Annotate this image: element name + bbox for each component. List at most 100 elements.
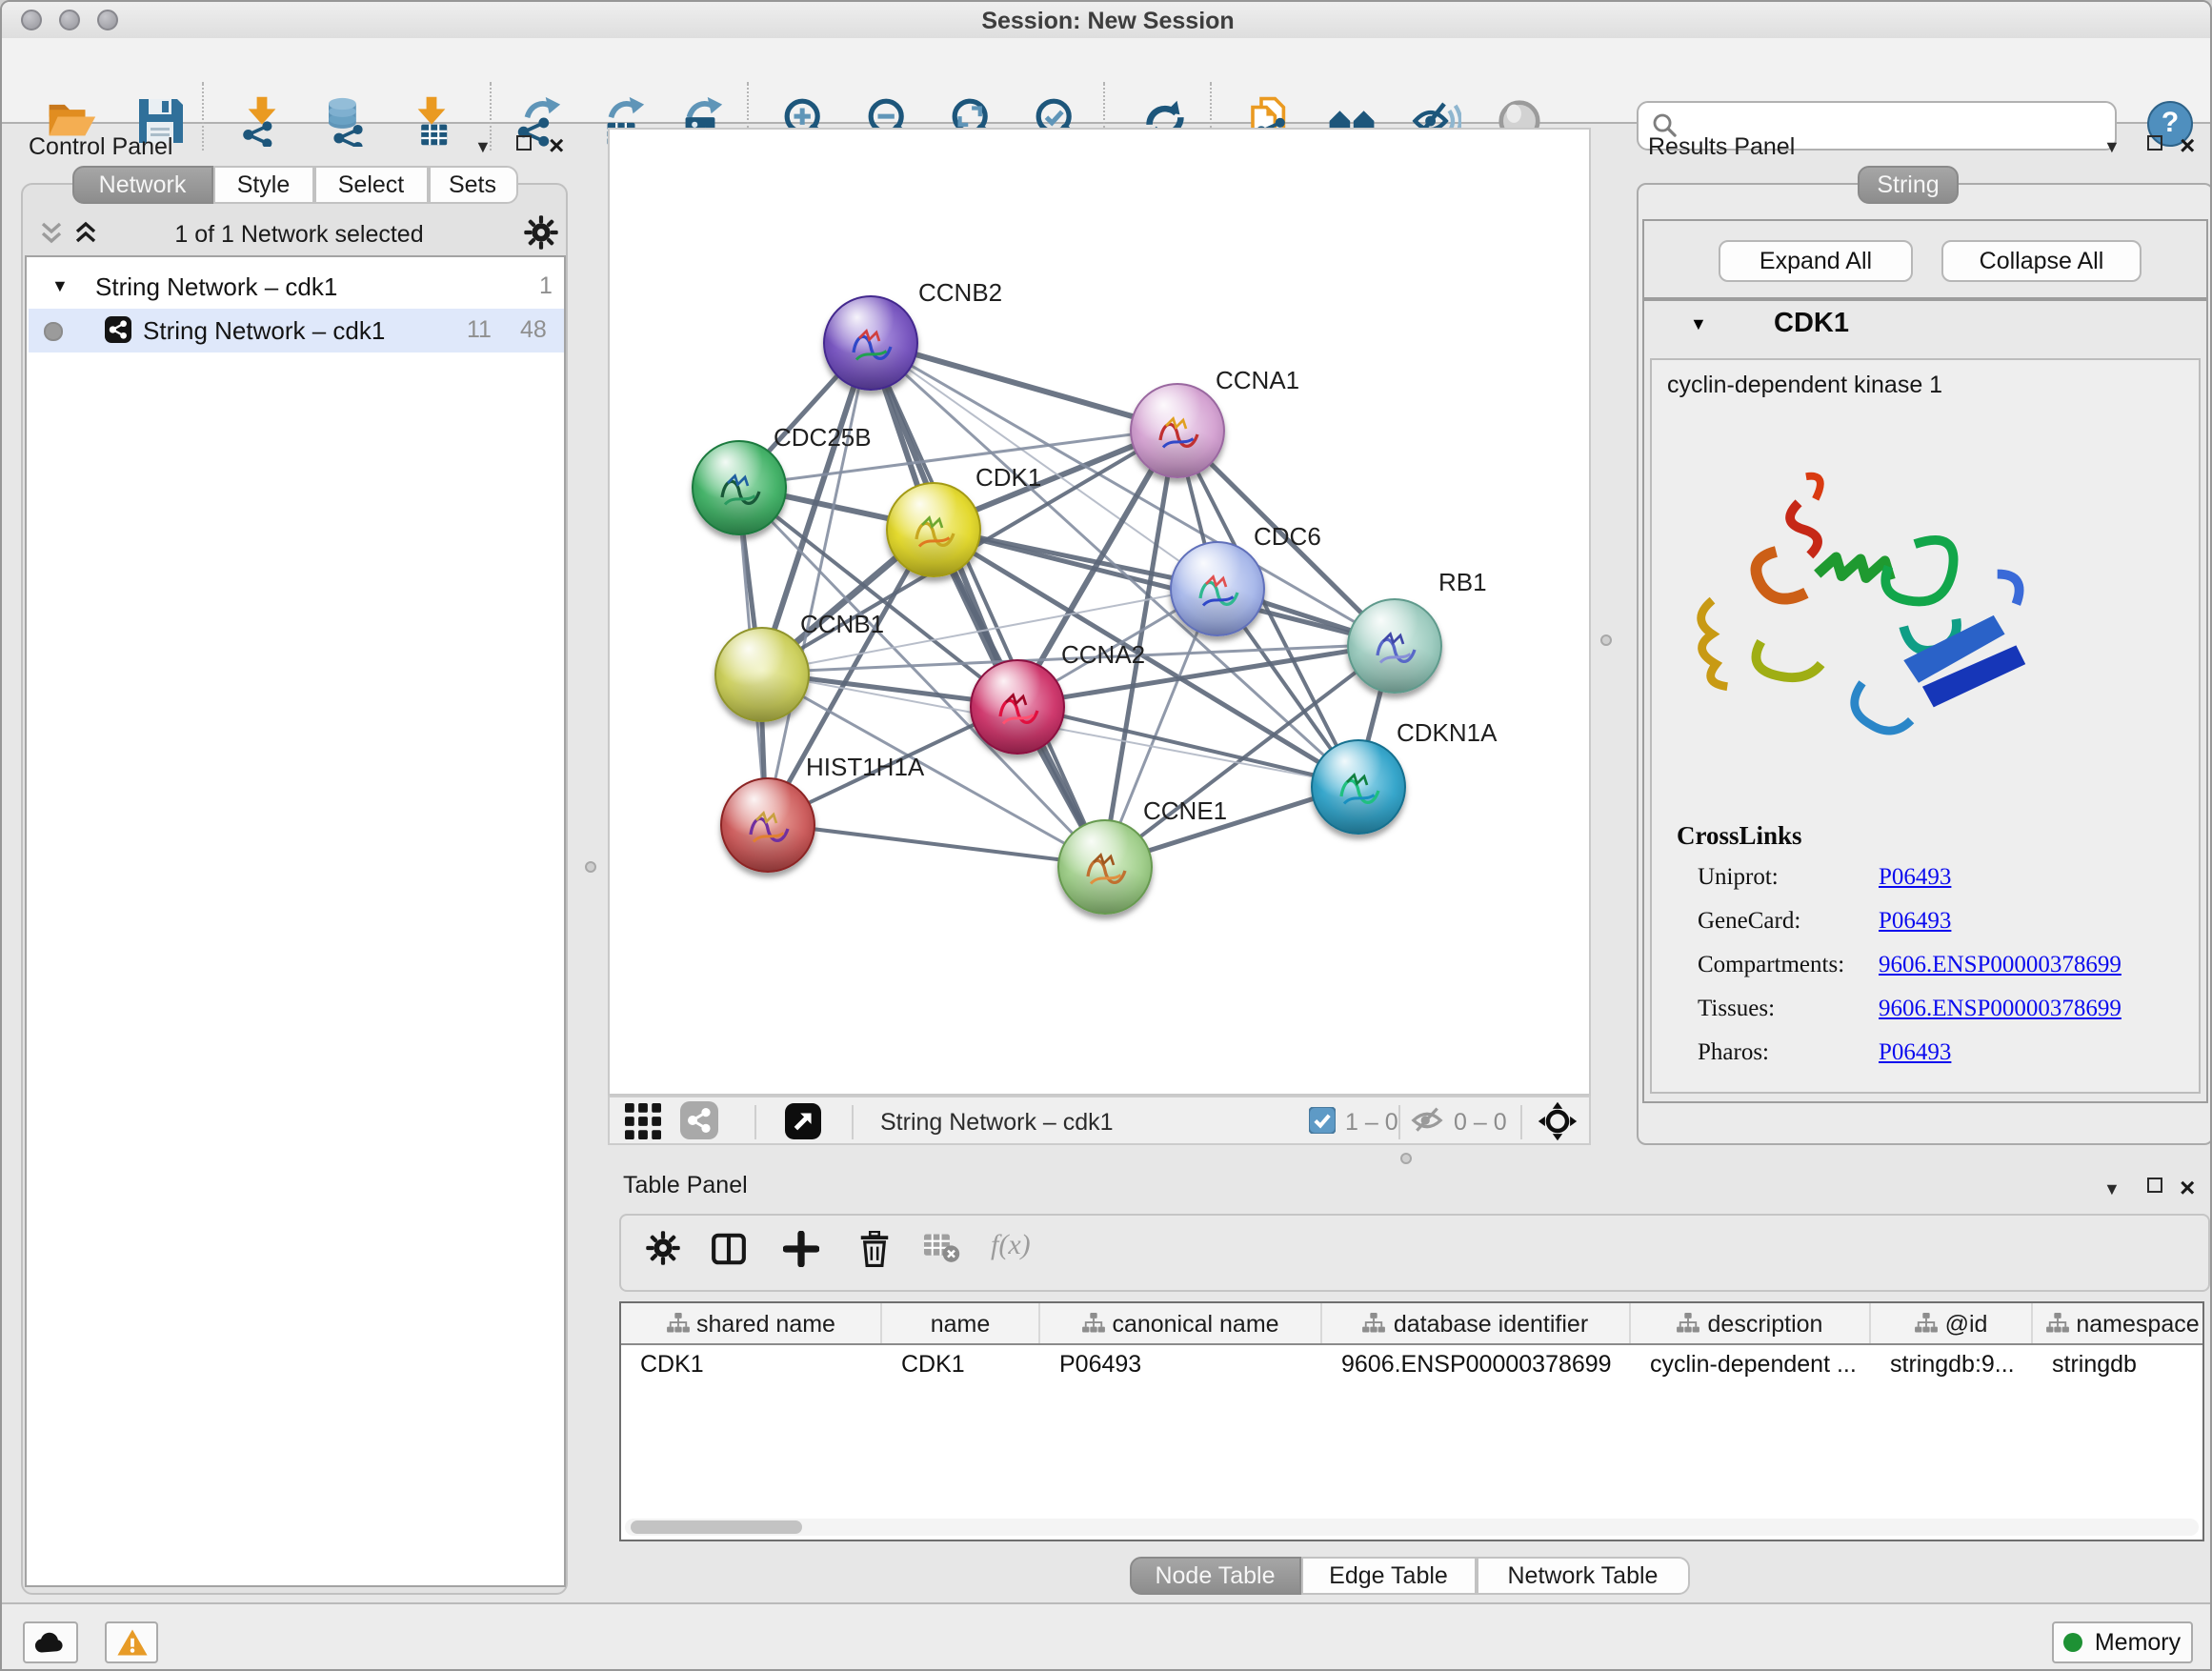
control-panel-menu-icon[interactable]: ▼ — [474, 137, 492, 156]
add-column-icon[interactable] — [783, 1231, 819, 1267]
table-panel-close-icon[interactable]: × — [2180, 1178, 2195, 1197]
control-panel-float-icon[interactable] — [516, 135, 532, 151]
column-header-canonical-name[interactable]: canonical name — [1040, 1303, 1322, 1343]
cell: cyclin-dependent ... — [1631, 1345, 1871, 1387]
cell: CDK1 — [882, 1345, 1040, 1387]
results-panel-float-icon[interactable] — [2147, 135, 2162, 151]
tab-sets[interactable]: Sets — [428, 166, 517, 204]
node-ccna2[interactable] — [970, 659, 1065, 755]
node-label-cdc6: CDC6 — [1254, 522, 1321, 551]
hidden-eye-icon[interactable] — [1410, 1105, 1444, 1136]
node-label-rb1: RB1 — [1438, 568, 1487, 596]
memory-button[interactable]: Memory — [2052, 1621, 2193, 1663]
network-view-toolbar: String Network – cdk1 1 – 0 0 – 0 — [608, 1096, 1591, 1145]
node-ccnb1[interactable] — [714, 627, 810, 722]
show-columns-icon[interactable] — [711, 1231, 747, 1267]
bottom-splitter-handle[interactable] — [1400, 1153, 1412, 1164]
collapse-all-networks-icon[interactable] — [38, 219, 65, 255]
table-header-row: shared namenamecanonical namedatabase id… — [621, 1303, 2202, 1345]
node-ccnb2[interactable] — [823, 295, 918, 391]
node-rb1[interactable] — [1347, 598, 1442, 694]
node-table[interactable]: shared namenamecanonical namedatabase id… — [619, 1301, 2204, 1541]
right-splitter-handle[interactable] — [1600, 634, 1612, 646]
selected-checkbox-icon[interactable] — [1309, 1107, 1336, 1134]
edge[interactable] — [869, 341, 1103, 865]
table-panel-float-icon[interactable] — [2147, 1178, 2162, 1193]
crosslink-label: Uniprot: — [1698, 863, 1779, 892]
import-network-icon[interactable] — [232, 91, 290, 149]
tab-network[interactable]: Network — [72, 166, 212, 204]
node-label-cdk1: CDK1 — [975, 463, 1041, 492]
window-title: Session: New Session — [2, 8, 2212, 34]
gene-expander-icon[interactable]: ▼ — [1690, 314, 1707, 333]
node-cdc6[interactable] — [1170, 541, 1265, 636]
open-in-new-view-icon[interactable] — [785, 1102, 821, 1138]
table-horizontal-scrollbar[interactable] — [625, 1519, 2199, 1536]
crosslink-genecard[interactable]: P06493 — [1879, 907, 1951, 936]
control-panel-title: Control Panel — [29, 133, 173, 160]
application-window: Session: New Session ? Control Panel ▼ ×… — [0, 0, 2212, 1671]
expand-all-networks-icon[interactable] — [72, 219, 99, 255]
control-panel-close-icon[interactable]: × — [549, 135, 564, 154]
edge[interactable] — [766, 341, 869, 823]
node-cdkn1a[interactable] — [1311, 739, 1406, 835]
import-table-icon[interactable] — [402, 91, 459, 149]
warning-button[interactable] — [105, 1621, 158, 1663]
node-label-cdkn1a: CDKN1A — [1397, 718, 1498, 747]
network-collection-row[interactable]: ▼ String Network – cdk1 1 — [29, 267, 564, 309]
column-header-name[interactable]: name — [882, 1303, 1040, 1343]
node-cdc25b[interactable] — [692, 440, 787, 535]
tab-string[interactable]: String — [1858, 166, 1959, 204]
results-panel-menu-icon[interactable]: ▼ — [2103, 137, 2121, 156]
table-toolbar: f(x) — [619, 1214, 2210, 1292]
results-panel-close-icon[interactable]: × — [2180, 135, 2195, 154]
cell: 9606.ENSP00000378699 — [1322, 1345, 1631, 1387]
collapse-all-button[interactable]: Collapse All — [1941, 240, 2142, 282]
network-current-dot — [44, 322, 62, 340]
column-header-namespace[interactable]: namespace — [2033, 1303, 2212, 1343]
crosslink-tissues[interactable]: 9606.ENSP00000378699 — [1879, 995, 2122, 1023]
network-list: ▼ String Network – cdk1 1 String Network… — [25, 255, 566, 1587]
cloud-button[interactable] — [23, 1621, 78, 1663]
column-header-description[interactable]: description — [1631, 1303, 1871, 1343]
network-view-title: String Network – cdk1 — [880, 1108, 1114, 1135]
cell: stringdb — [2033, 1345, 2212, 1387]
node-label-ccna1: CCNA1 — [1216, 366, 1299, 394]
table-row[interactable]: CDK1CDK1P064939606.ENSP00000378699cyclin… — [621, 1345, 2202, 1387]
edge[interactable] — [766, 823, 1103, 865]
column-header-@id[interactable]: @id — [1871, 1303, 2033, 1343]
column-header-shared-name[interactable]: shared name — [621, 1303, 882, 1343]
node-ccne1[interactable] — [1057, 819, 1153, 915]
edge[interactable] — [1016, 705, 1357, 785]
network-options-gear-icon[interactable] — [524, 215, 558, 259]
left-splitter-handle[interactable] — [585, 861, 596, 873]
collection-expander-icon[interactable]: ▼ — [51, 276, 69, 295]
tab-network-table[interactable]: Network Table — [1477, 1557, 1689, 1595]
table-settings-gear-icon[interactable] — [646, 1231, 680, 1265]
warning-icon — [115, 1627, 148, 1658]
network-share-icon[interactable] — [680, 1101, 718, 1139]
birdseye-grid-icon[interactable] — [625, 1102, 661, 1138]
tab-style[interactable]: Style — [212, 166, 314, 204]
crosshair-pan-icon[interactable] — [1538, 1100, 1578, 1140]
tab-node-table[interactable]: Node Table — [1130, 1557, 1300, 1595]
tab-edge-table[interactable]: Edge Table — [1300, 1557, 1477, 1595]
results-buttons-box: Expand All Collapse All — [1642, 219, 2208, 299]
import-database-icon[interactable] — [316, 91, 373, 149]
crosslink-compartments[interactable]: 9606.ENSP00000378699 — [1879, 951, 2122, 979]
crosslink-pharos[interactable]: P06493 — [1879, 1038, 1951, 1067]
table-panel-menu-icon[interactable]: ▼ — [2103, 1179, 2121, 1198]
network-row-selected[interactable]: String Network – cdk1 11 48 — [29, 309, 564, 352]
gene-details: cyclin-dependent kinase 1 Cros — [1650, 358, 2201, 1094]
network-canvas[interactable]: CCNB2CCNA1CDC25BCDK1CDC6RB1CCNB1CCNA2CDK… — [608, 128, 1591, 1096]
node-label-ccnb1: CCNB1 — [800, 610, 884, 638]
node-cdk1[interactable] — [886, 482, 981, 577]
scrollbar-thumb[interactable] — [631, 1520, 802, 1534]
crosslink-uniprot[interactable]: P06493 — [1879, 863, 1951, 892]
delete-column-icon[interactable] — [857, 1231, 892, 1267]
column-header-database-identifier[interactable]: database identifier — [1322, 1303, 1631, 1343]
node-hist1h1a[interactable] — [720, 777, 815, 873]
tab-select[interactable]: Select — [314, 166, 428, 204]
node-ccna1[interactable] — [1130, 383, 1225, 478]
expand-all-button[interactable]: Expand All — [1719, 240, 1913, 282]
